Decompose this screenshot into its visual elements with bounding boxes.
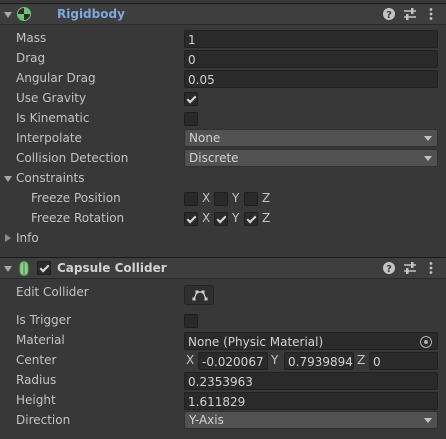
- center-x-label[interactable]: X: [186, 351, 194, 369]
- capsule-collider-header[interactable]: Capsule Collider ?: [0, 257, 446, 279]
- freeze-position-z-label: Z: [262, 191, 271, 205]
- capsule-collider-enabled-checkbox[interactable]: [37, 261, 51, 275]
- constraints-foldout-icon[interactable]: [4, 176, 12, 182]
- height-field[interactable]: 1.611829: [184, 392, 438, 410]
- drag-label: Drag: [16, 51, 46, 65]
- material-label: Material: [16, 333, 65, 347]
- capsule-collider-foldout-icon[interactable]: [4, 266, 12, 272]
- collision-detection-label: Collision Detection: [16, 151, 129, 165]
- height-label: Height: [16, 393, 56, 407]
- more-icon[interactable]: [424, 261, 438, 275]
- center-z-label[interactable]: Z: [357, 351, 365, 369]
- freeze-position-label: Freeze Position: [31, 191, 121, 205]
- center-y-label[interactable]: Y: [271, 351, 278, 369]
- freeze-rotation-z-label: Z: [262, 211, 271, 225]
- use-gravity-checkbox[interactable]: [184, 92, 198, 106]
- material-field[interactable]: None (Physic Material): [184, 332, 438, 350]
- direction-dropdown[interactable]: Y-Axis: [184, 411, 438, 429]
- rigidbody-title: Rigidbody: [57, 7, 125, 21]
- capsule-collider-title: Capsule Collider: [57, 261, 167, 275]
- freeze-rotation-label: Freeze Rotation: [31, 211, 125, 225]
- svg-text:?: ?: [386, 264, 392, 275]
- center-z-field[interactable]: 0: [369, 352, 438, 370]
- chevron-down-icon: [424, 418, 432, 423]
- sliders-icon[interactable]: [403, 261, 417, 275]
- interpolate-dropdown[interactable]: None: [184, 129, 438, 147]
- chevron-down-icon: [424, 156, 432, 161]
- angular-drag-label: Angular Drag: [16, 71, 96, 85]
- freeze-position-y-checkbox[interactable]: [214, 192, 228, 206]
- angular-drag-field[interactable]: 0.05: [184, 70, 438, 88]
- material-value: None (Physic Material): [188, 335, 324, 349]
- svg-text:?: ?: [386, 10, 392, 21]
- freeze-rotation-x-label: X: [202, 211, 211, 225]
- mass-field[interactable]: 1: [184, 30, 438, 48]
- help-icon[interactable]: ?: [382, 261, 396, 275]
- direction-value: Y-Axis: [189, 413, 224, 427]
- edit-collider-button[interactable]: [184, 285, 214, 305]
- object-picker-icon[interactable]: [420, 336, 432, 348]
- edit-collider-icon: [192, 290, 208, 301]
- collision-detection-value: Discrete: [189, 151, 239, 165]
- direction-label: Direction: [16, 413, 71, 427]
- interpolate-value: None: [189, 131, 221, 145]
- collision-detection-dropdown[interactable]: Discrete: [184, 149, 438, 167]
- radius-label: Radius: [16, 373, 57, 387]
- rigidbody-header[interactable]: Rigidbody ?: [0, 3, 446, 25]
- rigidbody-foldout-icon[interactable]: [4, 12, 12, 18]
- center-x-field[interactable]: -0.020067: [198, 352, 268, 370]
- is-trigger-checkbox[interactable]: [184, 314, 198, 328]
- info-label[interactable]: Info: [16, 229, 39, 247]
- freeze-position-x-checkbox[interactable]: [184, 192, 198, 206]
- interpolate-label: Interpolate: [16, 131, 82, 145]
- drag-field[interactable]: 0: [184, 50, 438, 68]
- freeze-rotation-y-checkbox[interactable]: [214, 212, 228, 226]
- center-label: Center: [16, 353, 57, 367]
- chevron-down-icon: [424, 136, 432, 141]
- freeze-rotation-z-checkbox[interactable]: [244, 212, 258, 226]
- freeze-position-x-label: X: [202, 191, 211, 205]
- help-icon[interactable]: ?: [382, 7, 396, 21]
- constraints-label[interactable]: Constraints: [16, 169, 84, 187]
- center-y-field[interactable]: 0.7939894: [284, 352, 354, 370]
- is-kinematic-label: Is Kinematic: [16, 111, 90, 125]
- info-foldout-icon[interactable]: [5, 234, 11, 242]
- freeze-position-z-checkbox[interactable]: [244, 192, 258, 206]
- capsule-icon: [19, 261, 29, 276]
- rigidbody-icon: [17, 7, 31, 21]
- freeze-position-y-label: Y: [232, 191, 240, 205]
- freeze-rotation-x-checkbox[interactable]: [184, 212, 198, 226]
- is-trigger-label: Is Trigger: [16, 313, 71, 327]
- mass-label: Mass: [16, 31, 47, 45]
- more-icon[interactable]: [424, 7, 438, 21]
- radius-field[interactable]: 0.2353963: [184, 372, 438, 390]
- is-kinematic-checkbox[interactable]: [184, 112, 198, 126]
- use-gravity-label: Use Gravity: [16, 91, 87, 105]
- freeze-rotation-y-label: Y: [232, 211, 240, 225]
- sliders-icon[interactable]: [403, 7, 417, 21]
- edit-collider-label: Edit Collider: [16, 285, 89, 299]
